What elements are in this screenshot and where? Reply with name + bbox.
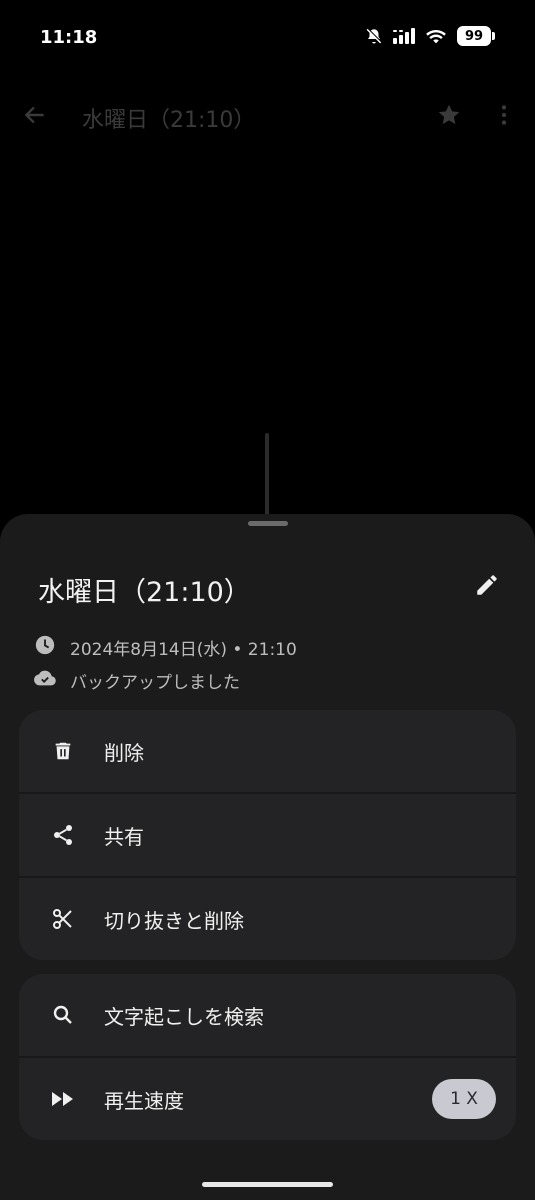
recording-title: 水曜日（21:10） <box>38 577 251 608</box>
wifi-icon <box>425 28 447 45</box>
app-bar-title: 水曜日（21:10） <box>82 108 256 133</box>
search-icon <box>49 1001 77 1029</box>
scissors-icon <box>49 905 77 933</box>
share-icon <box>49 821 77 849</box>
search-transcript-button[interactable]: 文字起こしを検索 <box>19 974 516 1056</box>
drag-handle[interactable] <box>248 521 288 526</box>
cloud-done-icon <box>34 667 56 694</box>
screen: 11:18 99 水曜日（21:10） 水曜日（21:10） 2024年8月14… <box>0 0 535 1200</box>
delete-button[interactable]: 削除 <box>19 710 516 792</box>
backup-status: バックアップしました <box>70 673 240 693</box>
share-label: 共有 <box>104 824 144 849</box>
search-transcript-label: 文字起こしを検索 <box>104 1004 264 1029</box>
back-arrow-icon[interactable] <box>22 102 48 132</box>
playhead-line <box>265 433 269 519</box>
status-icons: 99 <box>365 26 495 46</box>
fast-forward-icon <box>49 1085 77 1113</box>
trash-icon <box>49 737 77 765</box>
playback-speed-chip[interactable]: 1 X <box>432 1079 496 1119</box>
recording-date: 2024年8月14日(水) • 21:10 <box>70 640 297 660</box>
pencil-icon <box>474 572 500 602</box>
share-button[interactable]: 共有 <box>19 792 516 876</box>
bottom-sheet: 水曜日（21:10） 2024年8月14日(水) • 21:10 バックアップし… <box>0 514 535 1200</box>
edit-title-button[interactable] <box>470 570 504 604</box>
trim-and-delete-label: 切り抜きと削除 <box>104 908 244 933</box>
home-indicator[interactable] <box>202 1182 333 1187</box>
playback-speed-row[interactable]: 再生速度 1 X <box>19 1056 516 1140</box>
trim-and-delete-button[interactable]: 切り抜きと削除 <box>19 876 516 960</box>
recording-date-row: 2024年8月14日(水) • 21:10 <box>34 634 297 661</box>
playback-speed-label: 再生速度 <box>104 1088 184 1113</box>
star-icon[interactable] <box>436 102 462 132</box>
clock-icon <box>34 634 56 661</box>
more-vert-icon[interactable] <box>497 102 511 132</box>
status-time: 11:18 <box>40 27 98 48</box>
app-bar: 水曜日（21:10） <box>0 88 535 144</box>
status-bar: 11:18 99 <box>0 0 535 76</box>
battery-indicator: 99 <box>457 26 495 46</box>
delete-label: 削除 <box>104 740 144 765</box>
playback-card: 文字起こしを検索 再生速度 1 X <box>19 974 516 1140</box>
mute-icon <box>365 27 383 45</box>
signal-icon <box>393 28 415 44</box>
actions-card: 削除 共有 切り抜きと削除 <box>19 710 516 960</box>
backup-status-row: バックアップしました <box>34 667 240 694</box>
